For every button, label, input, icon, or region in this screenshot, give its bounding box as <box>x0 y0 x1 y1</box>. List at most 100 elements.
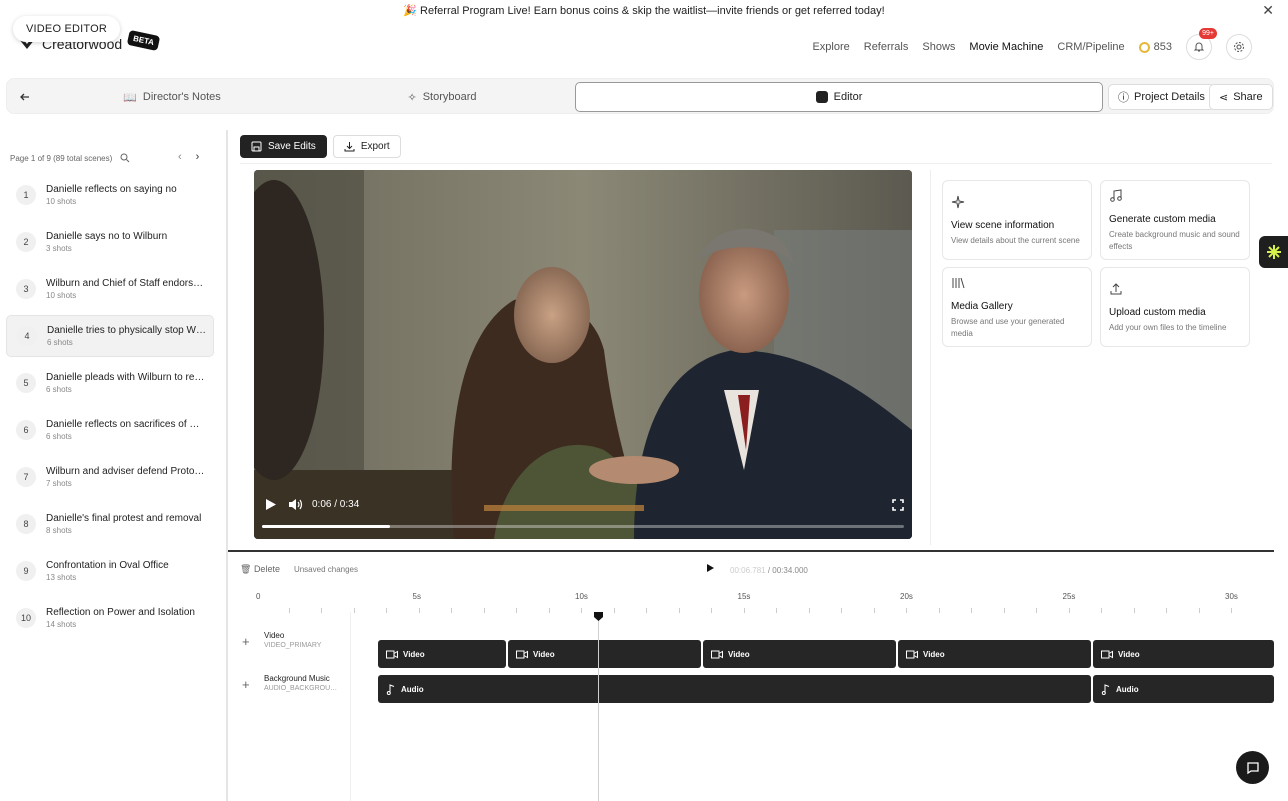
scene-item[interactable]: 6 Danielle reflects on sacrifices of Wil.… <box>6 409 214 451</box>
ruler-tick <box>1133 608 1135 613</box>
scene-shots: 6 shots <box>47 338 73 347</box>
ruler-tick <box>451 608 452 613</box>
track-separator <box>350 612 351 801</box>
card-desc: Add your own files to the timeline <box>1109 323 1227 332</box>
scene-item[interactable]: 2 Danielle says no to Wilburn 3 shots <box>6 221 214 263</box>
video-clip[interactable]: Video <box>703 640 896 668</box>
notifications-button[interactable]: 99+ <box>1186 28 1217 60</box>
scene-text: Danielle reflects on sacrifices of Wil..… <box>46 419 206 441</box>
scene-text: Wilburn and adviser defend Protoco... 7 s… <box>46 466 206 488</box>
back-button[interactable] <box>15 79 35 115</box>
chevron-right-icon[interactable]: › <box>196 151 200 163</box>
chevron-left-icon[interactable]: ‹ <box>178 151 182 163</box>
nav-explore[interactable]: Explore <box>812 41 849 53</box>
media-gallery-card[interactable]: Media Gallery Browse and use your genera… <box>942 267 1092 347</box>
share-icon: ⋖ <box>1219 91 1229 104</box>
ruler-label: 15s <box>737 592 751 601</box>
close-icon[interactable]: ✕ <box>1262 2 1274 19</box>
scene-title: Reflection on Power and Isolation <box>46 607 195 618</box>
add-video-track-button[interactable]: + <box>242 634 250 649</box>
play-icon[interactable] <box>264 498 277 511</box>
sidebar-divider <box>226 130 228 801</box>
video-clip[interactable]: Video <box>508 640 701 668</box>
search-icon[interactable] <box>120 153 130 163</box>
view-scene-info-card[interactable]: View scene information View details abou… <box>942 180 1092 260</box>
asterisk-icon <box>1266 245 1281 259</box>
video-editor-tooltip: VIDEO EDITOR <box>13 16 121 42</box>
export-button[interactable]: Export <box>332 135 401 158</box>
ruler-tick <box>418 608 420 613</box>
nav-crm-pipeline[interactable]: CRM/Pipeline <box>1057 41 1124 53</box>
video-camera-icon <box>516 650 528 658</box>
playhead[interactable] <box>598 612 599 801</box>
project-details-button[interactable]: ⓘ Project Details <box>1108 84 1215 110</box>
coin-icon <box>1138 41 1150 53</box>
ruler-label: 0 <box>256 592 261 601</box>
scene-item[interactable]: 9 Confrontation in Oval Office 13 shots <box>6 550 214 592</box>
player-controls: 0:06 / 0:34 <box>254 494 912 539</box>
audio-clip[interactable]: Audio <box>1093 675 1274 703</box>
ruler-label: 5s <box>412 592 421 601</box>
generate-custom-media-card[interactable]: Generate custom media Create background … <box>1100 180 1250 260</box>
playhead-handle[interactable] <box>594 612 603 621</box>
scene-item[interactable]: 8 Danielle's final protest and removal 8 s… <box>6 503 214 545</box>
nav-referrals[interactable]: Referrals <box>864 41 909 53</box>
scene-item[interactable]: 10 Reflection on Power and Isolation 14 sh… <box>6 597 214 639</box>
tab-editor[interactable]: Editor <box>575 82 1103 112</box>
scene-item[interactable]: 5 Danielle pleads with Wilburn to reco...… <box>6 362 214 404</box>
ruler-label: 10s <box>575 592 588 601</box>
video-camera-icon <box>711 650 723 658</box>
tab-label: Director's Notes <box>142 91 221 103</box>
save-edits-button[interactable]: Save Edits <box>240 135 327 158</box>
volume-icon[interactable] <box>288 498 303 511</box>
ruler-tick <box>808 608 810 613</box>
audio-clip[interactable]: Audio <box>378 675 1091 703</box>
timeline-divider <box>228 550 1274 552</box>
scene-number: 8 <box>16 514 36 534</box>
scene-item[interactable]: 1 Danielle reflects on saying no 10 shots <box>6 174 214 216</box>
ruler-tick <box>776 608 777 613</box>
notification-badge: 99+ <box>1199 28 1217 39</box>
assistant-widget[interactable] <box>1259 236 1288 268</box>
pager-text: Page 1 of 9 (89 total scenes) <box>10 153 113 163</box>
scene-item[interactable]: 7 Wilburn and adviser defend Protoco... 7 … <box>6 456 214 498</box>
pager-nav: ‹ › <box>178 151 199 163</box>
fullscreen-icon[interactable] <box>892 499 904 511</box>
progress-bar[interactable] <box>262 525 904 528</box>
nav-shows[interactable]: Shows <box>922 41 955 53</box>
clip-label: Audio <box>1116 684 1139 694</box>
video-clip[interactable]: Video <box>1093 640 1274 668</box>
scene-item[interactable]: 3 Wilburn and Chief of Staff endorse ... 1… <box>6 268 214 310</box>
editor-icon <box>815 91 828 103</box>
video-frame <box>254 170 912 539</box>
scene-shots: 10 shots <box>46 291 77 300</box>
tab-storyboard[interactable]: ✧ Storyboard <box>337 79 547 115</box>
scene-item[interactable]: 4 Danielle tries to physically stop Wilb.… <box>6 315 214 357</box>
share-button[interactable]: ⋖ Share <box>1209 84 1273 110</box>
video-player[interactable]: 0:06 / 0:34 <box>254 170 912 539</box>
button-label: Export <box>360 141 390 152</box>
scene-shots: 6 shots <box>46 432 72 441</box>
delete-button[interactable]: 🗑 Delete <box>240 564 280 575</box>
current-time: 00:06.781 <box>730 566 766 575</box>
upload-custom-media-card[interactable]: Upload custom media Add your own files t… <box>1100 267 1250 347</box>
track-name: Background Music <box>264 674 330 683</box>
card-title: Generate custom media <box>1109 214 1216 225</box>
download-icon <box>344 142 355 152</box>
scene-number: 10 <box>16 608 36 628</box>
nav-movie-machine[interactable]: Movie Machine <box>969 41 1043 53</box>
ruler-tick <box>516 608 517 613</box>
ruler-tick <box>353 608 355 613</box>
tab-directors-notes[interactable]: 📖 Director's Notes <box>67 79 277 115</box>
scene-pager: Page 1 of 9 (89 total scenes) <box>10 153 130 163</box>
video-clip[interactable]: Video <box>378 640 506 668</box>
video-clip[interactable]: Video <box>898 640 1091 668</box>
coin-balance[interactable]: 853 <box>1138 41 1172 53</box>
timeline-play-icon[interactable] <box>706 563 715 573</box>
scene-title: Wilburn and Chief of Staff endorse ... <box>46 278 206 289</box>
scene-title: Danielle reflects on saying no <box>46 184 177 195</box>
settings-button[interactable] <box>1226 34 1252 60</box>
chat-button[interactable] <box>1236 751 1269 784</box>
add-audio-track-button[interactable]: + <box>242 677 250 692</box>
ruler-tick <box>1198 608 1200 613</box>
